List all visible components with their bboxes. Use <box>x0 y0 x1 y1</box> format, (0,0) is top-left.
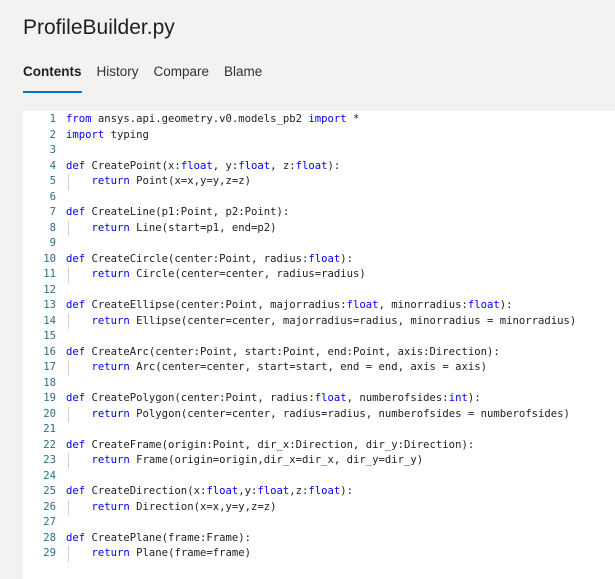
code-line: 27 <box>23 515 615 531</box>
line-number: 13 <box>43 299 56 311</box>
indent-guide <box>68 406 69 422</box>
code-text: def CreateDirection(x:float,y:float,z:fl… <box>66 485 354 497</box>
code-line: 28 def CreatePlane(frame:Frame): <box>23 531 615 547</box>
code-text: return Ellipse(center=center, majorradiu… <box>66 313 576 329</box>
line-number: 25 <box>43 485 56 497</box>
line-number: 17 <box>43 361 56 373</box>
indent-guide <box>68 546 69 562</box>
tab-history[interactable]: History <box>97 64 139 93</box>
code-line: 9 <box>23 236 615 252</box>
line-number: 20 <box>43 407 56 420</box>
indent-guide <box>68 313 69 329</box>
line-number: 5 <box>49 175 56 187</box>
code-line: 19 def CreatePolygon(center:Point, radius… <box>23 391 615 407</box>
code-text: return Polygon(center=center, radius=rad… <box>66 406 570 422</box>
code-line: 14 return Ellipse(center=center, majorra… <box>23 313 615 329</box>
code-line: 22 def CreateFrame(origin:Point, dir_x:Di… <box>23 438 615 454</box>
indent-guide <box>68 453 69 469</box>
code-text: return Point(x=x,y=y,z=z) <box>66 174 251 190</box>
code-text: def CreatePlane(frame:Frame): <box>66 531 251 544</box>
code-line: 20 return Polygon(center=center, radius=… <box>23 406 615 422</box>
file-title: ProfileBuilder.py <box>23 16 175 39</box>
line-number: 9 <box>49 237 56 249</box>
line-number: 27 <box>43 516 56 528</box>
indent-guide <box>68 499 69 515</box>
code-line: 3 <box>23 143 615 159</box>
line-number: 4 <box>49 159 56 172</box>
file-tabs: Contents History Compare Blame <box>23 64 277 93</box>
code-line: 1 from ansys.api.geometry.v0.models_pb2 i… <box>23 112 615 128</box>
code-line: 5 return Point(x=x,y=y,z=z) <box>23 174 615 190</box>
code-line: 16 def CreateArc(center:Point, start:Poin… <box>23 345 615 361</box>
code-line: 21 <box>23 422 615 438</box>
code-line: 13 def CreateEllipse(center:Point, majorr… <box>23 298 615 314</box>
tab-blame[interactable]: Blame <box>224 64 262 93</box>
line-number: 10 <box>43 252 56 265</box>
line-number: 3 <box>49 144 56 156</box>
code-line: 25 def CreateDirection(x:float,y:float,z:… <box>23 484 615 500</box>
code-text: return Line(start=p1, end=p2) <box>66 220 277 236</box>
code-line: 6 <box>23 190 615 206</box>
line-number: 29 <box>43 547 56 559</box>
line-number: 2 <box>49 128 56 141</box>
code-text: def CreateLine(p1:Point, p2:Point): <box>66 206 290 218</box>
code-line: 2 import typing <box>23 128 615 144</box>
code-text: return Arc(center=center, start=start, e… <box>66 360 487 376</box>
code-lines: 1 from ansys.api.geometry.v0.models_pb2 i… <box>23 112 615 562</box>
line-number: 22 <box>43 438 56 451</box>
code-text: import typing <box>66 128 149 141</box>
line-number: 14 <box>43 314 56 327</box>
line-number: 23 <box>43 454 56 466</box>
line-number: 19 <box>43 392 56 404</box>
code-text: return Frame(origin=origin,dir_x=dir_x, … <box>66 453 423 469</box>
code-line: 29 return Plane(frame=frame) <box>23 546 615 562</box>
indent-guide <box>68 360 69 376</box>
code-line: 18 <box>23 376 615 392</box>
tab-compare[interactable]: Compare <box>154 64 210 93</box>
code-line: 4 def CreatePoint(x:float, y:float, z:flo… <box>23 159 615 175</box>
code-line: 7 def CreateLine(p1:Point, p2:Point): <box>23 205 615 221</box>
code-text: return Plane(frame=frame) <box>66 546 251 562</box>
code-line: 12 <box>23 283 615 299</box>
code-text: def CreatePoint(x:float, y:float, z:floa… <box>66 159 341 172</box>
line-number: 16 <box>43 345 56 358</box>
code-text: def CreateEllipse(center:Point, majorrad… <box>66 299 513 311</box>
code-line: 24 <box>23 469 615 485</box>
line-number: 12 <box>43 283 56 296</box>
code-text: return Circle(center=center, radius=radi… <box>66 267 366 283</box>
line-number: 28 <box>43 531 56 544</box>
code-line: 26 return Direction(x=x,y=y,z=z) <box>23 499 615 515</box>
code-text: def CreateFrame(origin:Point, dir_x:Dire… <box>66 438 475 451</box>
line-number: 24 <box>43 469 56 482</box>
line-number: 26 <box>43 500 56 513</box>
code-text: def CreatePolygon(center:Point, radius:f… <box>66 392 481 404</box>
code-line: 15 <box>23 329 615 345</box>
indent-guide <box>68 267 69 283</box>
code-text: def CreateArc(center:Point, start:Point,… <box>66 345 500 358</box>
line-number: 8 <box>49 221 56 234</box>
line-number: 7 <box>49 206 56 218</box>
code-line: 23 return Frame(origin=origin,dir_x=dir_… <box>23 453 615 469</box>
indent-guide <box>68 174 69 190</box>
tab-contents[interactable]: Contents <box>23 64 82 93</box>
code-viewer[interactable]: 1 from ansys.api.geometry.v0.models_pb2 i… <box>23 111 615 579</box>
indent-guide <box>68 220 69 236</box>
code-line: 17 return Arc(center=center, start=start… <box>23 360 615 376</box>
code-line: 11 return Circle(center=center, radius=r… <box>23 267 615 283</box>
code-text: from ansys.api.geometry.v0.models_pb2 im… <box>66 113 360 125</box>
line-number: 21 <box>43 423 56 435</box>
code-line: 8 return Line(start=p1, end=p2) <box>23 220 615 236</box>
line-number: 18 <box>43 376 56 389</box>
code-line: 10 def CreateCircle(center:Point, radius:… <box>23 252 615 268</box>
line-number: 1 <box>49 113 56 125</box>
line-number: 6 <box>49 190 56 203</box>
code-text: return Direction(x=x,y=y,z=z) <box>66 499 277 515</box>
line-number: 15 <box>43 330 56 342</box>
code-text: def CreateCircle(center:Point, radius:fl… <box>66 252 354 265</box>
line-number: 11 <box>43 268 56 280</box>
